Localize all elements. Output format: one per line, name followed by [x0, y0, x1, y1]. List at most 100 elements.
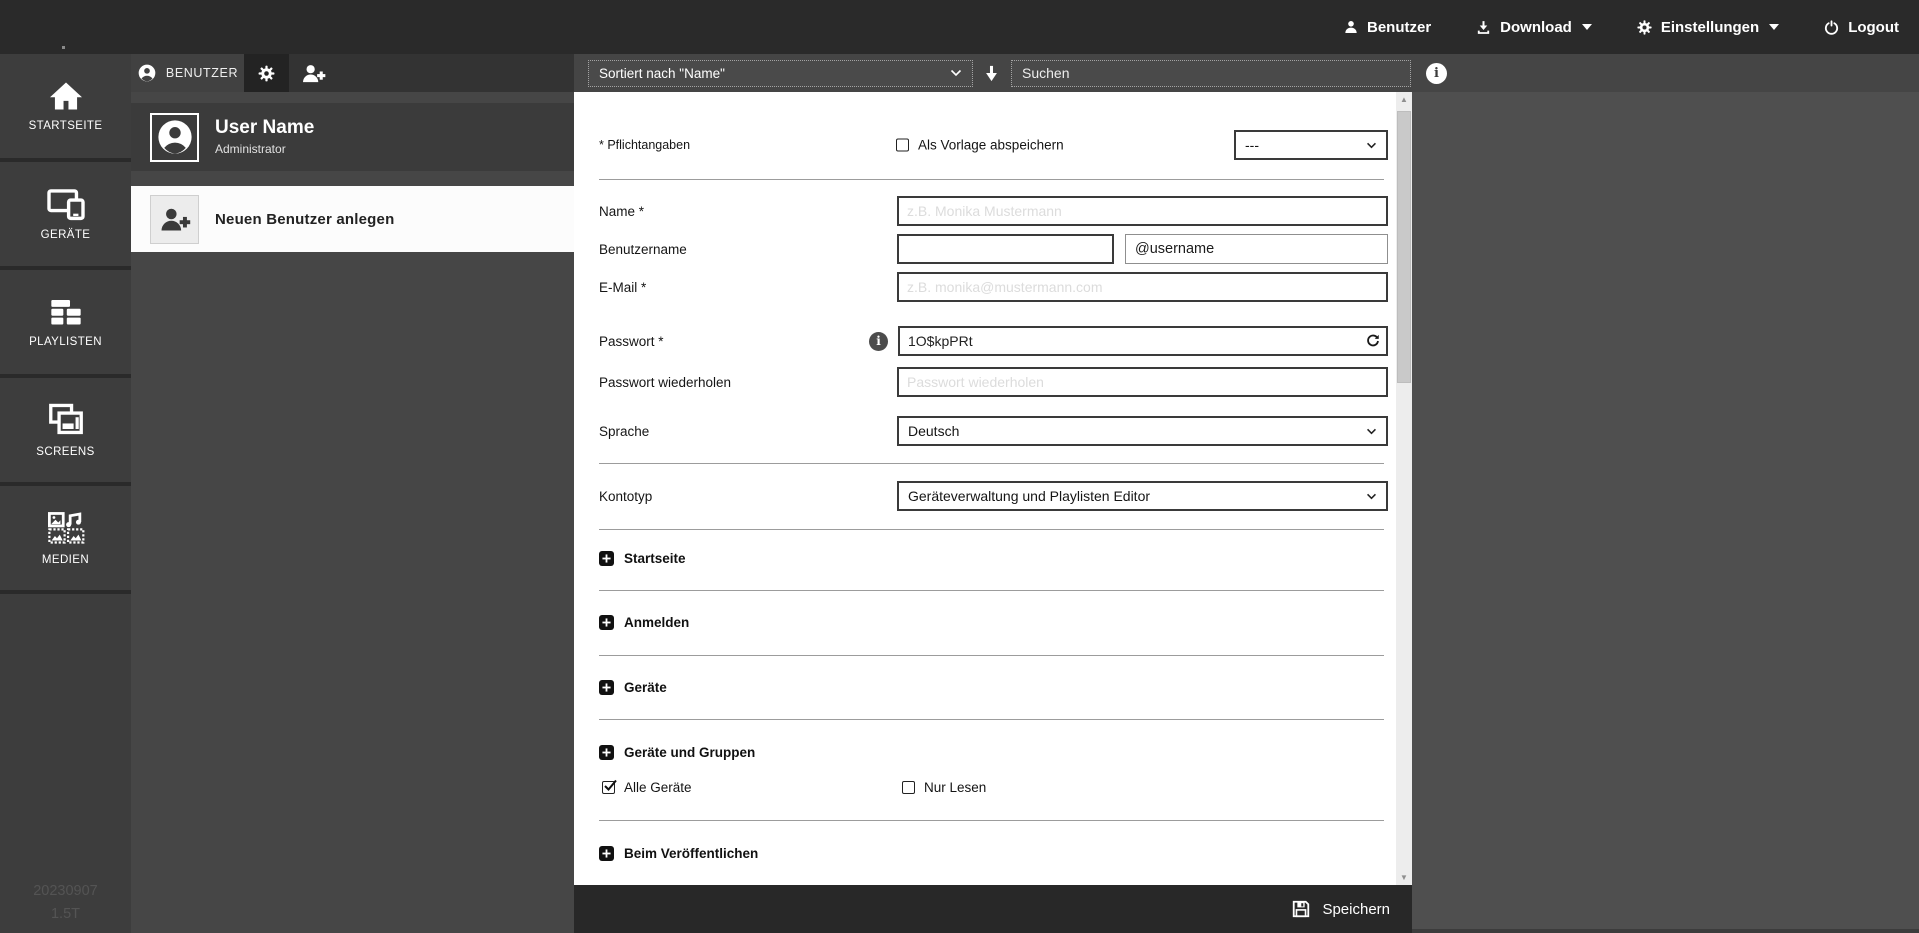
topbar-benutzer[interactable]: Benutzer: [1343, 19, 1431, 36]
plus-icon: [599, 615, 614, 630]
scrollbar-thumb[interactable]: [1397, 111, 1411, 383]
section-beim-veroeffentlichen[interactable]: Beim Veröffentlichen: [599, 843, 758, 863]
chevron-down-icon: [1366, 142, 1377, 149]
sort-direction-button[interactable]: [982, 63, 1001, 84]
user-item-text: User Name Administrator: [215, 118, 314, 157]
version-date: 20230907: [0, 880, 131, 902]
sidebar-filler: 20230907 1.5T: [0, 594, 131, 933]
section-label: Startseite: [624, 551, 686, 566]
name-field[interactable]: [897, 196, 1388, 226]
sidebar-item-startseite[interactable]: STARTSEITE: [0, 54, 131, 158]
list-toolbar: Sortiert nach "Name" i: [574, 54, 1919, 92]
add-user-icon: [301, 63, 326, 84]
name-label: Name *: [599, 204, 897, 219]
power-icon: [1823, 19, 1840, 36]
sidebar-item-screens[interactable]: SCREENS: [0, 378, 131, 482]
password-field[interactable]: [898, 326, 1388, 356]
password-repeat-row: Passwort wiederholen: [599, 367, 1388, 397]
regenerate-password-icon[interactable]: [1365, 333, 1381, 349]
save-button[interactable]: Speichern: [1322, 901, 1390, 918]
topbar-download-label: Download: [1500, 19, 1572, 36]
password-row: Passwort * i: [599, 326, 1388, 356]
topbar-download[interactable]: Download: [1475, 19, 1592, 36]
add-user-tab-button[interactable]: [289, 54, 337, 92]
scroll-up-icon[interactable]: ▲: [1396, 95, 1412, 104]
search-input[interactable]: [1011, 60, 1411, 87]
logo-dot: [62, 46, 65, 49]
sort-select[interactable]: Sortiert nach "Name": [588, 60, 973, 87]
gear-icon: [1636, 19, 1653, 36]
divider: [599, 820, 1384, 821]
screens-icon: [46, 402, 86, 438]
sidebar: STARTSEITE GERÄTE PLAYLISTEN SCREENS MED…: [0, 54, 131, 933]
read-only-checkbox[interactable]: Nur Lesen: [902, 780, 986, 795]
chevron-down-icon: [1769, 24, 1779, 30]
info-icon[interactable]: i: [1426, 63, 1447, 84]
email-label: E-Mail *: [599, 280, 897, 295]
topbar: Benutzer Download Einstellungen Logout: [0, 0, 1919, 54]
divider: [599, 719, 1384, 720]
password-repeat-label: Passwort wiederholen: [599, 375, 897, 390]
account-type-select[interactable]: Geräteverwaltung und Playlisten Editor: [897, 481, 1388, 511]
username-field[interactable]: [897, 234, 1114, 264]
name-row: Name *: [599, 196, 1388, 226]
section-label: Geräte: [624, 680, 667, 695]
scroll-down-icon[interactable]: ▼: [1396, 873, 1412, 882]
plus-icon: [599, 745, 614, 760]
divider: [599, 655, 1384, 656]
user-role: Administrator: [215, 142, 314, 156]
section-geraete[interactable]: Geräte: [599, 677, 667, 697]
tab-benutzer[interactable]: BENUTZER: [131, 54, 244, 92]
sidebar-item-playlisten[interactable]: PLAYLISTEN: [0, 270, 131, 374]
sidebar-label: SCREENS: [36, 446, 94, 458]
form-scrollbar[interactable]: ▲ ▼: [1396, 92, 1412, 885]
add-user-icon: [150, 195, 199, 244]
sidebar-label: MEDIEN: [42, 554, 89, 566]
sort-select-value: Sortiert nach "Name": [599, 66, 725, 81]
account-type-row: Kontotyp Geräteverwaltung und Playlisten…: [599, 481, 1388, 511]
tab-settings[interactable]: [244, 54, 289, 92]
password-info-icon[interactable]: i: [869, 332, 888, 351]
template-select[interactable]: ---: [1234, 130, 1388, 160]
sidebar-item-geraete[interactable]: GERÄTE: [0, 162, 131, 266]
form-footer: Speichern: [574, 885, 1412, 933]
read-only-label: Nur Lesen: [924, 780, 986, 795]
divider: [599, 590, 1384, 591]
email-row: E-Mail *: [599, 272, 1388, 302]
topbar-einstellungen-label: Einstellungen: [1661, 19, 1759, 36]
username-suffix: @username: [1125, 234, 1388, 264]
save-as-template-checkbox[interactable]: Als Vorlage abspeichern: [896, 138, 1064, 153]
plus-icon: [599, 551, 614, 566]
checkbox-unchecked: [902, 781, 915, 794]
topbar-einstellungen[interactable]: Einstellungen: [1636, 19, 1779, 36]
user-list-panel: BENUTZER User Name Administrator Neuen B…: [131, 54, 574, 933]
template-select-value: ---: [1245, 137, 1259, 153]
download-icon: [1475, 19, 1492, 36]
chevron-down-icon: [950, 69, 962, 77]
language-row: Sprache Deutsch: [599, 416, 1388, 446]
language-label: Sprache: [599, 424, 897, 439]
section-label: Beim Veröffentlichen: [624, 846, 758, 861]
gear-icon: [257, 64, 276, 83]
panel-tabbar: BENUTZER: [131, 54, 574, 92]
section-anmelden[interactable]: Anmelden: [599, 612, 689, 632]
topbar-logout[interactable]: Logout: [1823, 19, 1899, 36]
language-select[interactable]: Deutsch: [897, 416, 1388, 446]
section-label: Anmelden: [624, 615, 689, 630]
home-icon: [47, 80, 85, 112]
sidebar-label: GERÄTE: [41, 229, 91, 241]
user-list-item-admin[interactable]: User Name Administrator: [131, 103, 574, 171]
sidebar-label: PLAYLISTEN: [29, 336, 102, 348]
username-row: Benutzername @username: [599, 234, 1388, 264]
user-list-item-new-user[interactable]: Neuen Benutzer anlegen: [131, 186, 574, 252]
divider: [599, 529, 1384, 530]
section-geraete-und-gruppen[interactable]: Geräte und Gruppen: [599, 742, 755, 762]
email-field[interactable]: [897, 272, 1388, 302]
password-field-wrap: [898, 326, 1388, 356]
all-devices-checkbox[interactable]: Alle Geräte: [602, 780, 692, 795]
sidebar-item-medien[interactable]: MEDIEN: [0, 486, 131, 590]
check-icon: [603, 779, 618, 792]
avatar: [150, 113, 199, 162]
section-startseite[interactable]: Startseite: [599, 548, 686, 568]
password-repeat-field[interactable]: [897, 367, 1388, 397]
